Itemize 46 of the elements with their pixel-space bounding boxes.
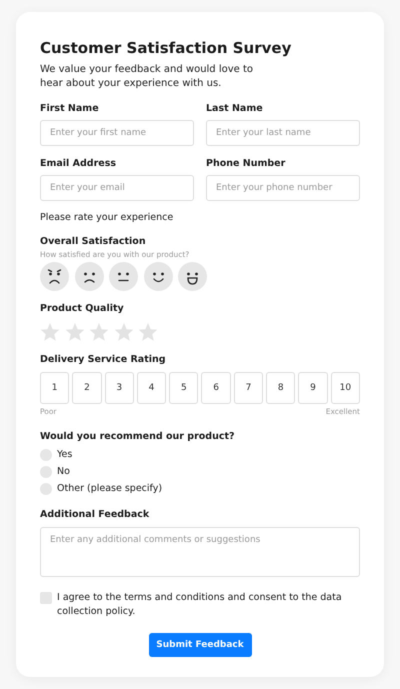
section-label: Product Quality — [40, 303, 125, 315]
input-field[interactable]: Enter your email — [40, 175, 194, 201]
rating-option[interactable]: 10 — [330, 372, 360, 404]
section-label: Delivery Service Rating — [40, 354, 167, 366]
rating-option[interactable]: 4 — [136, 372, 166, 404]
star-icon[interactable] — [64, 322, 84, 342]
rating-option[interactable]: 2 — [72, 372, 102, 404]
rating-option[interactable]: 8 — [266, 372, 296, 404]
star-icon[interactable] — [40, 322, 60, 342]
input-field[interactable]: Enter your last name — [206, 120, 360, 146]
rating-option[interactable]: 9 — [298, 372, 328, 404]
rating-option[interactable]: 7 — [234, 372, 264, 404]
smile-face-button[interactable] — [144, 262, 172, 291]
star-icon[interactable] — [114, 322, 134, 342]
radio-button[interactable] — [40, 449, 52, 461]
field-label: Last Name — [206, 103, 264, 115]
feedback-field[interactable]: Enter any additional comments or suggestions — [40, 527, 360, 577]
input-field[interactable]: Enter your phone number — [206, 175, 360, 201]
radio-label: No — [57, 466, 70, 478]
radio-label: Yes — [57, 449, 72, 461]
rating-option[interactable]: 6 — [201, 372, 231, 404]
submit-button[interactable]: Submit Feedback — [148, 633, 252, 657]
field-label: First Name — [40, 103, 100, 115]
radio-button[interactable] — [40, 483, 52, 495]
sad-face-button[interactable] — [74, 262, 104, 291]
section-label: Additional Feedback — [40, 509, 150, 521]
rating-option[interactable]: 3 — [104, 372, 134, 404]
rating-option[interactable]: 5 — [169, 372, 198, 404]
rating-prompt: Please rate your experience — [40, 212, 174, 224]
section-label: Would you recommend our product? — [40, 431, 236, 443]
section-label: Overall Satisfaction — [40, 236, 147, 248]
input-field[interactable]: Enter your first name — [40, 120, 194, 146]
survey-title: Customer Satisfaction Survey — [40, 38, 292, 58]
star-icon[interactable] — [89, 322, 109, 342]
field-label: Email Address — [40, 158, 118, 170]
neutral-face-button[interactable] — [109, 262, 138, 291]
rating-option[interactable]: 1 — [40, 372, 70, 404]
star-icon[interactable] — [138, 322, 158, 342]
field-label: Phone Number — [206, 158, 286, 170]
laugh-face-button[interactable] — [178, 262, 207, 291]
consent-checkbox[interactable] — [40, 592, 52, 604]
angry-face-button[interactable] — [40, 262, 69, 291]
consent-text: I agree to the terms and conditions and consent to the data collection policy. — [57, 591, 343, 619]
radio-button[interactable] — [40, 466, 52, 478]
survey-description: We value your feedback and would love to hear about your experience with us. — [40, 63, 254, 91]
radio-label: Other (please specify) — [57, 483, 162, 495]
